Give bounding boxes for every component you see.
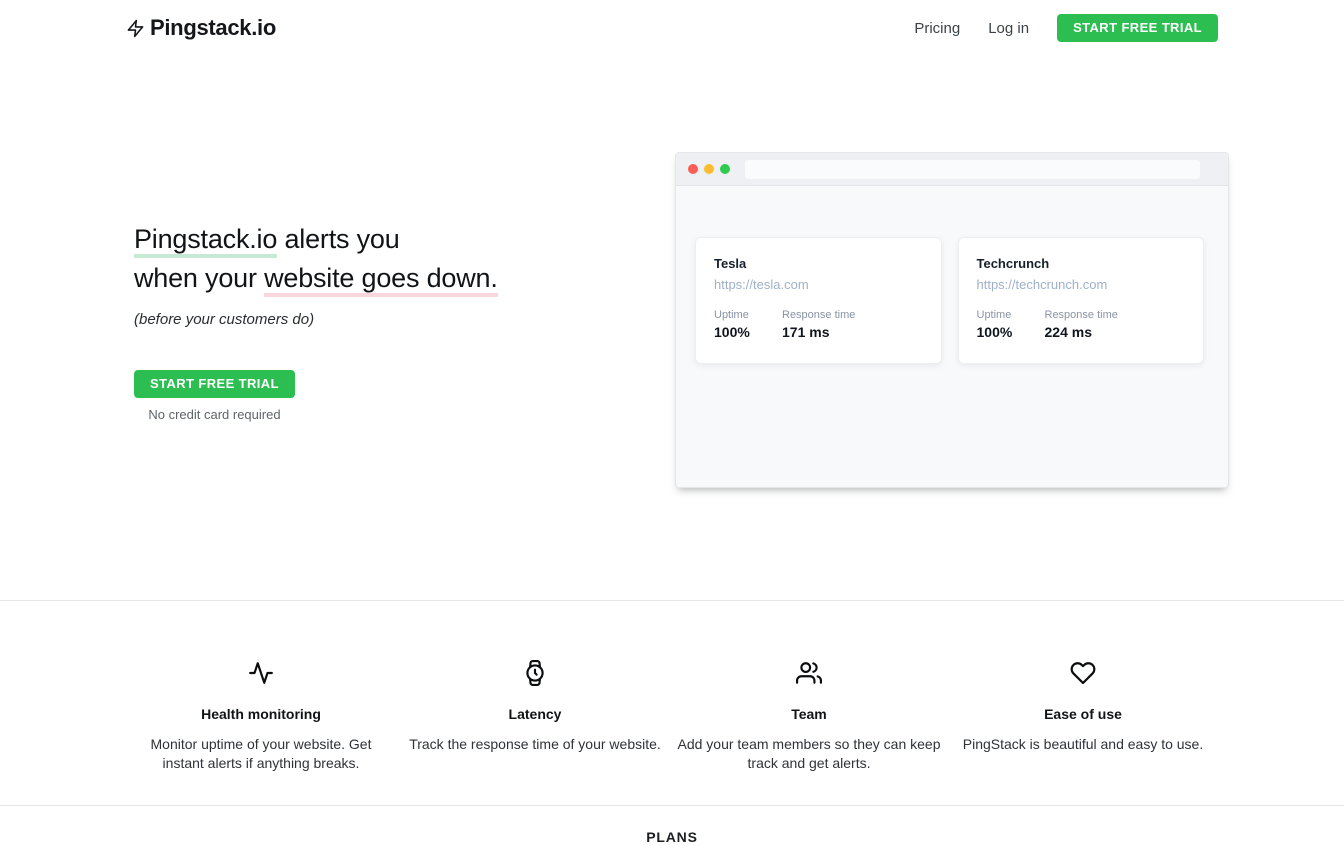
hero-heading: Pingstack.io alerts you when your website… [134, 220, 614, 298]
response-time-value: 171 ms [782, 324, 855, 340]
main-nav: Pricing Log in START FREE TRIAL [914, 14, 1218, 42]
hero-section: Pingstack.io alerts you when your website… [134, 220, 614, 422]
feature-title: Latency [402, 706, 668, 722]
nav-start-free-trial-button[interactable]: START FREE TRIAL [1057, 14, 1218, 42]
uptime-stat: Uptime 100% [714, 309, 782, 340]
hero-heading-line2: when your [134, 263, 264, 293]
hero-cta-group: START FREE TRIAL No credit card required [134, 370, 295, 422]
landing-page: Pingstack.io Pricing Log in START FREE T… [0, 0, 1344, 840]
response-time-stat: Response time 171 ms [782, 309, 855, 340]
feature-description: PingStack is beautiful and easy to use. [950, 735, 1216, 754]
monitor-name: Tesla [714, 256, 923, 271]
hero-subtext: (before your customers do) [134, 311, 614, 328]
brand-logo[interactable]: Pingstack.io [126, 15, 276, 41]
section-divider [0, 805, 1344, 806]
hero-heading-highlight-green: Pingstack.io [134, 224, 277, 258]
monitor-stats: Uptime 100% Response time 224 ms [977, 309, 1186, 340]
feature-latency: Latency Track the response time of your … [398, 659, 672, 773]
response-time-value: 224 ms [1045, 324, 1118, 340]
feature-team: Team Add your team members so they can k… [672, 659, 946, 773]
uptime-label: Uptime [714, 309, 782, 321]
plans-section-label: PLANS [0, 829, 1344, 845]
browser-mockup: Tesla https://tesla.com Uptime 100% Resp… [675, 152, 1229, 488]
brand-name: Pingstack.io [150, 15, 276, 41]
url-bar [745, 160, 1200, 179]
nav-pricing-link[interactable]: Pricing [914, 20, 960, 37]
monitor-card-techcrunch: Techcrunch https://techcrunch.com Uptime… [958, 237, 1205, 364]
uptime-value: 100% [714, 324, 782, 340]
users-icon [676, 659, 942, 687]
no-credit-card-note: No credit card required [148, 407, 280, 422]
heart-icon [950, 659, 1216, 687]
monitor-name: Techcrunch [977, 256, 1186, 271]
uptime-value: 100% [977, 324, 1045, 340]
feature-title: Team [676, 706, 942, 722]
activity-icon [128, 659, 394, 687]
features-section: Health monitoring Monitor uptime of your… [124, 659, 1220, 773]
feature-description: Monitor uptime of your website. Get inst… [128, 735, 394, 773]
monitor-card-tesla: Tesla https://tesla.com Uptime 100% Resp… [695, 237, 942, 364]
uptime-label: Uptime [977, 309, 1045, 321]
feature-ease-of-use: Ease of use PingStack is beautiful and e… [946, 659, 1220, 773]
response-time-label: Response time [1045, 309, 1118, 321]
hero-start-free-trial-button[interactable]: START FREE TRIAL [134, 370, 295, 398]
response-time-stat: Response time 224 ms [1045, 309, 1118, 340]
browser-content: Tesla https://tesla.com Uptime 100% Resp… [676, 186, 1228, 364]
feature-title: Health monitoring [128, 706, 394, 722]
section-divider [0, 600, 1344, 601]
uptime-stat: Uptime 100% [977, 309, 1045, 340]
zap-icon [126, 19, 145, 38]
nav-login-link[interactable]: Log in [988, 20, 1029, 37]
traffic-light-yellow-icon [704, 164, 714, 174]
monitor-url: https://tesla.com [714, 277, 923, 292]
browser-title-bar [676, 153, 1228, 186]
feature-title: Ease of use [950, 706, 1216, 722]
hero-heading-highlight-pink: website goes down. [264, 263, 498, 297]
response-time-label: Response time [782, 309, 855, 321]
feature-health-monitoring: Health monitoring Monitor uptime of your… [124, 659, 398, 773]
monitor-stats: Uptime 100% Response time 171 ms [714, 309, 923, 340]
header: Pingstack.io Pricing Log in START FREE T… [0, 0, 1344, 56]
watch-icon [402, 659, 668, 687]
feature-description: Track the response time of your website. [402, 735, 668, 754]
traffic-light-green-icon [720, 164, 730, 174]
monitor-url: https://techcrunch.com [977, 277, 1186, 292]
traffic-light-red-icon [688, 164, 698, 174]
hero-heading-text: alerts you [277, 224, 399, 254]
feature-description: Add your team members so they can keep t… [676, 735, 942, 773]
